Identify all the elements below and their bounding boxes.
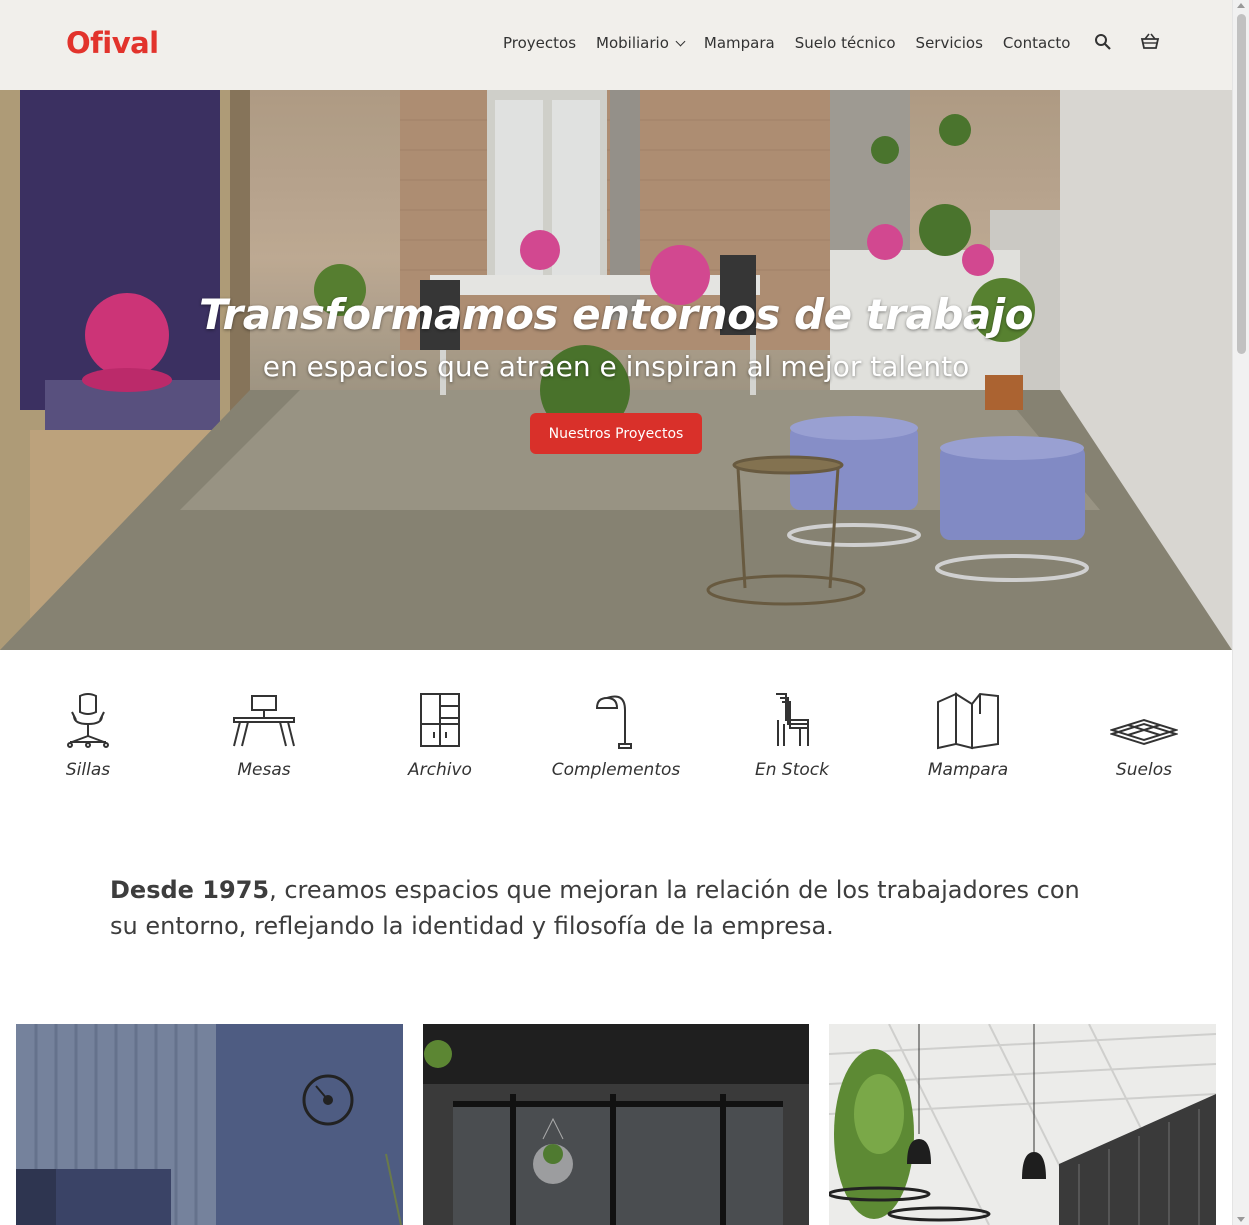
projects-button[interactable]: Nuestros Proyectos [530,413,702,454]
search-icon[interactable] [1094,33,1114,53]
desk-icon [233,695,295,747]
chevron-down-icon [675,36,686,46]
category-mesas[interactable]: Mesas [189,690,339,780]
main-nav: Proyectos Mobiliario Mampara Suelo técni… [503,34,1090,52]
intro-paragraph: Desde 1975, creamos espacios que mejoran… [110,872,1110,944]
category-label: Mampara [927,760,1009,780]
category-sillas[interactable]: Sillas [13,690,163,780]
intro-highlight: Desde 1975 [110,876,270,904]
category-label: En Stock [755,760,829,780]
category-suelos[interactable]: Suelos [1069,690,1219,780]
office-chair-icon [67,693,109,748]
nav-item-label: Suelo técnico [794,34,896,52]
nav-item-label: Servicios [915,34,983,52]
partition-icon [937,692,999,750]
scroll-thumb[interactable] [1237,14,1246,354]
nav-item-label: Contacto [1002,34,1071,52]
nav-item-mampara[interactable]: Mampara [704,34,775,52]
floor-lamp-icon [595,695,632,749]
category-mampara[interactable]: Mampara [893,690,1043,780]
basket-icon[interactable] [1140,33,1160,53]
hero-banner: Transformamos entornos de trabajo en esp… [0,90,1232,650]
category-label: Mesas [237,760,291,780]
nav-item-proyectos[interactable]: Proyectos [503,34,576,52]
scroll-up-arrow-icon[interactable] [1237,3,1245,8]
nav-item-servicios[interactable]: Servicios [916,34,983,52]
nav-item-contacto[interactable]: Contacto [1003,34,1071,52]
nav-item-label: Proyectos [503,34,577,52]
project-image [423,1024,809,1225]
hero-title: Transformamos entornos de trabajo [198,290,1034,339]
stacked-chairs-icon [776,693,809,746]
project-image [829,1024,1216,1225]
project-card[interactable] [423,1024,809,1225]
category-label: Sillas [65,760,111,780]
nav-item-mobiliario[interactable]: Mobiliario [596,34,686,52]
project-card[interactable] [16,1024,403,1225]
nav-item-label: Mobiliario [596,34,669,52]
page-scrollbar[interactable] [1232,0,1249,1225]
nav-item-suelo-tecnico[interactable]: Suelo técnico [795,34,896,52]
category-label: Complementos [551,760,681,780]
cabinet-icon [420,693,460,747]
category-label: Archivo [408,760,472,780]
project-card[interactable] [829,1024,1216,1225]
category-label: Suelos [1115,760,1172,780]
category-complementos[interactable]: Complementos [541,690,691,780]
category-list: Sillas Mesas Archivo Complementos En Sto… [0,690,1232,790]
scroll-down-arrow-icon[interactable] [1237,1217,1245,1222]
nav-item-label: Mampara [703,34,775,52]
site-logo[interactable]: Ofival [66,26,159,60]
category-archivo[interactable]: Archivo [365,690,515,780]
category-en-stock[interactable]: En Stock [717,690,867,780]
raised-floor-icon [1110,718,1178,746]
hero-subtitle: en espacios que atraen e inspiran al mej… [262,350,970,383]
project-image [16,1024,403,1225]
site-header: Ofival Proyectos Mobiliario Mampara Suel… [0,0,1232,90]
